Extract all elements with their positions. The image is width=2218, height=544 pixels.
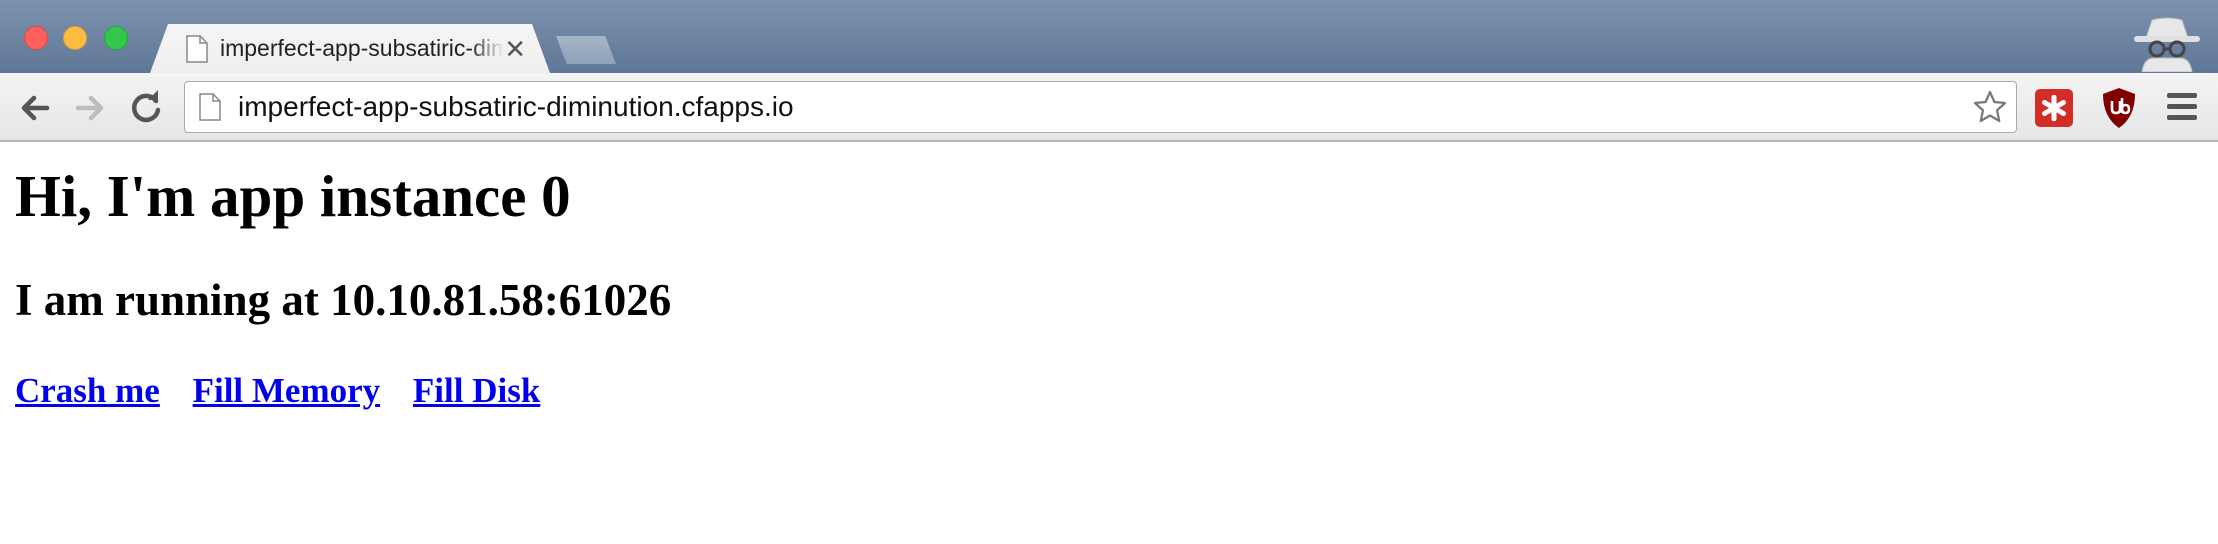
forward-arrow-icon[interactable] xyxy=(72,90,108,126)
reload-icon[interactable] xyxy=(128,90,164,126)
new-tab-button[interactable] xyxy=(556,36,616,64)
tab-title: imperfect-app-subsatiric-diminution.cfap… xyxy=(220,35,505,61)
back-arrow-icon[interactable] xyxy=(17,90,53,126)
window-maximize-button[interactable] xyxy=(104,26,128,50)
browser-toolbar: imperfect-app-subsatiric-diminution.cfap… xyxy=(0,73,2218,142)
address-url[interactable]: imperfect-app-subsatiric-diminution.cfap… xyxy=(238,82,794,132)
incognito-icon xyxy=(2134,17,2200,72)
browser-titlebar: imperfect-app-subsatiric-diminution.cfap… xyxy=(0,0,2218,73)
asterisk-icon xyxy=(2042,95,2066,121)
tab-close-icon[interactable]: ✕ xyxy=(504,36,526,62)
page-subheading: I am running at 10.10.81.58:61026 xyxy=(15,275,672,325)
browser-tab-active[interactable]: imperfect-app-subsatiric-diminution.cfap… xyxy=(150,24,550,73)
window-close-button[interactable] xyxy=(24,26,48,50)
page-content: Hi, I'm app instance 0 I am running at 1… xyxy=(0,142,2218,544)
fill-disk-link[interactable]: Fill Disk xyxy=(413,371,540,410)
page-heading: Hi, I'm app instance 0 xyxy=(15,163,571,229)
page-icon xyxy=(186,35,208,63)
star-icon[interactable] xyxy=(1972,89,2008,125)
lastpass-icon[interactable] xyxy=(2035,89,2073,127)
hamburger-menu-icon[interactable] xyxy=(2167,93,2197,123)
action-links: Crash me Fill Memory Fill Disk xyxy=(15,371,564,411)
address-bar[interactable]: imperfect-app-subsatiric-diminution.cfap… xyxy=(184,81,2017,133)
fill-memory-link[interactable]: Fill Memory xyxy=(193,371,381,410)
ublock-origin-icon[interactable] xyxy=(2101,87,2137,129)
crash-me-link[interactable]: Crash me xyxy=(15,371,160,410)
window-minimize-button[interactable] xyxy=(63,26,87,50)
page-icon xyxy=(199,93,221,121)
